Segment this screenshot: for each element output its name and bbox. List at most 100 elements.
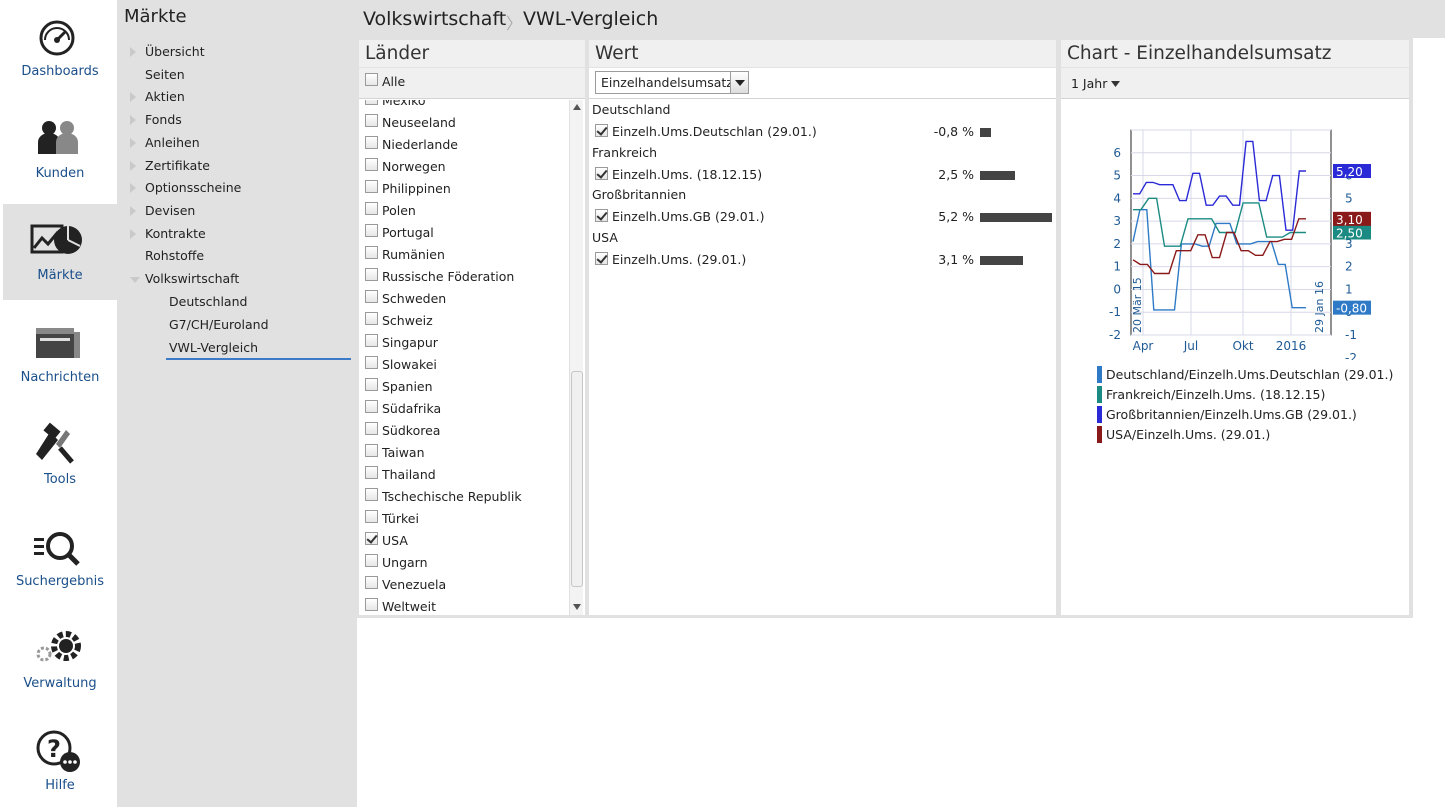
chevron-icon[interactable] xyxy=(130,115,136,126)
nav-hilfe[interactable]: ? Hilfe xyxy=(3,714,117,810)
country-checkbox[interactable] xyxy=(365,466,378,479)
country-checkbox[interactable] xyxy=(365,100,378,105)
country-checkbox[interactable] xyxy=(365,202,378,215)
country-checkbox[interactable] xyxy=(365,598,378,611)
country-checkbox[interactable] xyxy=(365,422,378,435)
legend-item[interactable]: Frankreich/Einzelh.Ums. (18.12.15) xyxy=(1106,387,1325,402)
menu-item[interactable]: Seiten xyxy=(145,67,185,82)
chevron-icon[interactable] xyxy=(130,183,136,194)
country-checkbox[interactable] xyxy=(365,114,378,127)
scroll-up-icon[interactable] xyxy=(573,104,581,110)
country-checkbox[interactable] xyxy=(365,290,378,303)
country-scrollbar[interactable] xyxy=(569,100,583,615)
chevron-icon[interactable] xyxy=(130,160,136,171)
country-label: USA xyxy=(382,533,408,548)
chevron-icon[interactable] xyxy=(130,228,136,239)
country-checkbox[interactable] xyxy=(365,224,378,237)
scroll-down-icon[interactable] xyxy=(573,604,581,610)
legend-item[interactable]: USA/Einzelh.Ums. (29.01.) xyxy=(1106,427,1270,442)
svg-text:?: ? xyxy=(47,735,61,763)
country-label: Türkei xyxy=(382,511,419,526)
menu-item[interactable]: Devisen xyxy=(145,203,195,218)
menu-item[interactable]: Übersicht xyxy=(145,44,205,59)
chevron-down-icon[interactable] xyxy=(730,72,748,93)
y-tick-left: -1 xyxy=(1109,305,1121,319)
legend-item[interactable]: Deutschland/Einzelh.Ums.Deutschlan (29.0… xyxy=(1106,367,1393,382)
chevron-icon[interactable] xyxy=(130,205,136,216)
country-list: Mexiko Neuseeland Niederlande Norwegen Phili… xyxy=(359,100,569,615)
country-checkbox[interactable] xyxy=(365,576,378,589)
series-checkbox[interactable] xyxy=(595,251,608,265)
country-checkbox[interactable] xyxy=(365,532,378,545)
nav-maerkte[interactable]: Märkte xyxy=(3,204,117,300)
series-checkbox[interactable] xyxy=(595,124,608,137)
menu-item[interactable]: Optionsscheine xyxy=(145,180,241,195)
submenu-item[interactable]: G7/CH/Euroland xyxy=(169,317,269,332)
legend-item[interactable]: Großbritannien/Einzelh.Ums.GB (29.01.) xyxy=(1106,407,1357,422)
series-checkbox[interactable] xyxy=(595,209,608,222)
breadcrumb-volkswirtschaft[interactable]: Volkswirtschaft xyxy=(363,8,506,30)
x-start-label: 20 Mär 15 xyxy=(1131,277,1144,333)
submenu-item[interactable]: Deutschland xyxy=(169,294,247,309)
menu-item[interactable]: Anleihen xyxy=(145,135,200,150)
nav-kunden[interactable]: Kunden xyxy=(3,102,117,198)
chevron-icon[interactable] xyxy=(130,92,136,103)
menu-item[interactable]: Fonds xyxy=(145,112,182,127)
country-checkbox[interactable] xyxy=(365,312,378,325)
nav-nachrichten[interactable]: Nachrichten xyxy=(3,306,117,402)
country-label: Venezuela xyxy=(382,577,447,592)
country-label: Ungarn xyxy=(382,555,428,570)
submenu-item[interactable]: VWL-Vergleich xyxy=(169,340,258,355)
country-checkbox[interactable] xyxy=(365,334,378,347)
country-checkbox[interactable] xyxy=(365,510,378,523)
country-checkbox[interactable] xyxy=(365,136,378,149)
country-checkbox[interactable] xyxy=(365,554,378,567)
menu-item[interactable]: Zertifikate xyxy=(145,158,210,173)
chart-panel: Chart - Einzelhandelsumsatz 1 Jahr -2 -2 -… xyxy=(1061,40,1409,615)
menu-item[interactable]: Volkswirtschaft xyxy=(145,271,239,286)
x-tick: Jul xyxy=(1183,339,1198,353)
chart-toolbar: 1 Jahr xyxy=(1061,68,1409,99)
country-checkbox[interactable] xyxy=(365,400,378,413)
country-checkbox[interactable] xyxy=(365,444,378,457)
y-tick-left: 0 xyxy=(1113,282,1121,296)
country-label: Schweden xyxy=(382,291,447,306)
country-checkbox[interactable] xyxy=(365,246,378,259)
nav-suchergebnis[interactable]: Suchergebnis xyxy=(3,510,117,606)
nav-verwaltung[interactable]: Verwaltung xyxy=(3,612,117,708)
country-checkbox[interactable] xyxy=(365,268,378,281)
scrollbar-thumb[interactable] xyxy=(571,371,583,587)
country-label: Polen xyxy=(382,203,416,218)
laender-header: Länder xyxy=(359,40,585,68)
menu-item[interactable]: Kontrakte xyxy=(145,226,206,241)
select-all-checkbox[interactable] xyxy=(365,73,378,86)
chevron-down-icon[interactable] xyxy=(1111,81,1120,87)
indicator-select[interactable]: Einzelhandelsumsatz xyxy=(595,71,749,94)
chevron-icon[interactable] xyxy=(130,277,140,283)
country-checkbox[interactable] xyxy=(365,356,378,369)
menu-item[interactable]: Rohstoffe xyxy=(145,248,204,263)
indicator-select-value: Einzelhandelsumsatz xyxy=(601,75,733,90)
y-tick-left: 6 xyxy=(1113,146,1121,160)
series-label: Einzelh.Ums. (18.12.15) xyxy=(612,166,763,182)
country-label: Singapur xyxy=(382,335,438,350)
settings-gears-icon xyxy=(36,631,81,662)
chart-title: Chart - Einzelhandelsumsatz xyxy=(1067,43,1332,64)
country-checkbox[interactable] xyxy=(365,488,378,501)
main-nav: Dashboards Kunden Märkte Nachrichten Too… xyxy=(0,0,117,807)
x-tick: Apr xyxy=(1133,339,1154,353)
series-checkbox[interactable] xyxy=(595,166,608,180)
country-label: Südafrika xyxy=(382,401,442,416)
country-checkbox[interactable] xyxy=(365,378,378,391)
chevron-icon[interactable] xyxy=(130,137,136,148)
country-checkbox[interactable] xyxy=(365,158,378,171)
nav-label: Nachrichten xyxy=(20,370,100,385)
chevron-icon[interactable] xyxy=(130,47,136,57)
menu-item[interactable]: Aktien xyxy=(145,89,185,104)
country-checkbox[interactable] xyxy=(365,180,378,193)
range-dropdown[interactable]: 1 Jahr xyxy=(1071,76,1107,91)
nav-tools[interactable]: Tools xyxy=(3,408,117,504)
y-tick-left: 2 xyxy=(1113,237,1121,251)
last-value-label: 3,10 xyxy=(1336,213,1363,227)
nav-dashboards[interactable]: Dashboards xyxy=(3,0,117,96)
